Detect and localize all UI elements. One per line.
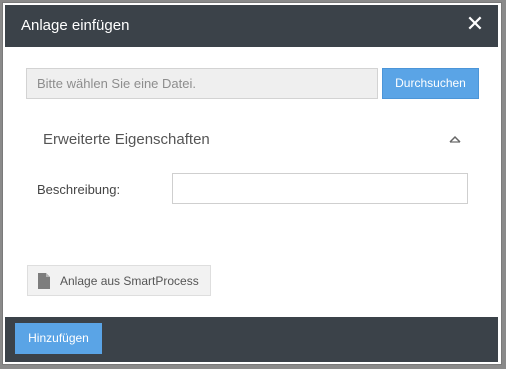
advanced-properties-heading[interactable]: Erweiterte Eigenschaften	[43, 131, 210, 148]
close-icon[interactable]: ✕	[464, 12, 486, 36]
description-input[interactable]	[172, 173, 468, 204]
file-path-field[interactable]: Bitte wählen Sie eine Datei.	[26, 68, 378, 99]
dialog-footer: Hinzufügen	[5, 317, 498, 362]
browse-button[interactable]: Durchsuchen	[382, 68, 479, 99]
smartprocess-button-label: Anlage aus SmartProcess	[60, 274, 199, 288]
dialog-titlebar: Anlage einfügen ✕	[5, 5, 498, 47]
document-icon	[38, 273, 50, 289]
description-label: Beschreibung:	[37, 182, 121, 197]
smartprocess-attachment-button[interactable]: Anlage aus SmartProcess	[27, 265, 211, 296]
chevron-up-icon[interactable]	[448, 133, 462, 145]
dialog-title: Anlage einfügen	[21, 17, 130, 34]
add-button[interactable]: Hinzufügen	[15, 323, 102, 354]
